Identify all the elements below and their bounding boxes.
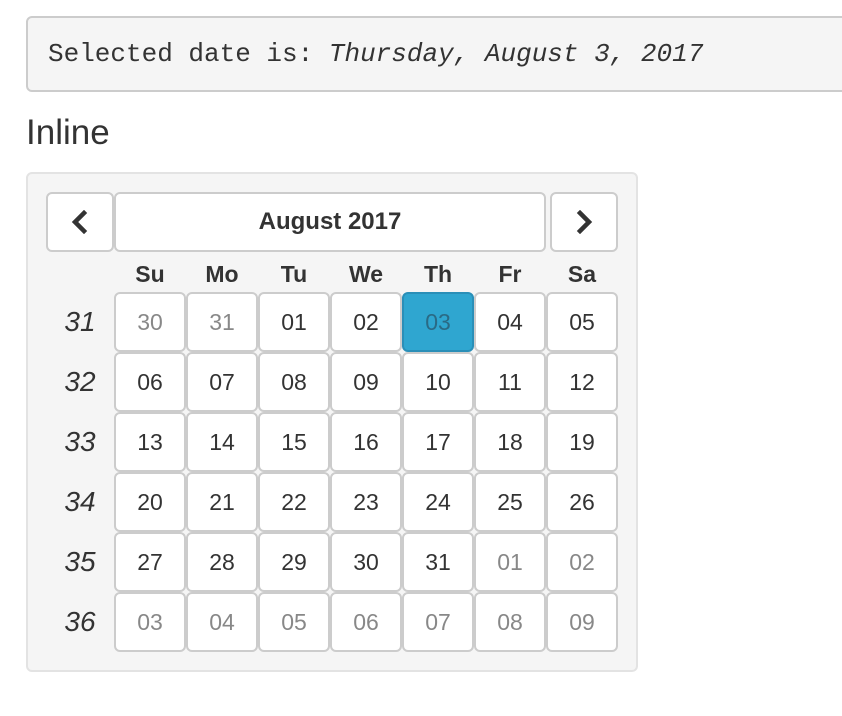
day-cell[interactable]: 12 <box>546 352 618 412</box>
day-cell[interactable]: 13 <box>114 412 186 472</box>
day-cell[interactable]: 11 <box>474 352 546 412</box>
day-cell[interactable]: 14 <box>186 412 258 472</box>
day-cell[interactable]: 07 <box>186 352 258 412</box>
day-cell[interactable]: 26 <box>546 472 618 532</box>
day-cell[interactable]: 18 <box>474 412 546 472</box>
day-cell[interactable]: 06 <box>114 352 186 412</box>
day-cell[interactable]: 04 <box>186 592 258 652</box>
week-number: 34 <box>64 486 96 517</box>
day-cell[interactable]: 30 <box>114 292 186 352</box>
day-cell[interactable]: 09 <box>330 352 402 412</box>
day-cell[interactable]: 16 <box>330 412 402 472</box>
day-cell[interactable]: 25 <box>474 472 546 532</box>
week-number: 33 <box>64 426 96 457</box>
day-cell[interactable]: 15 <box>258 412 330 472</box>
day-cell[interactable]: 05 <box>546 292 618 352</box>
day-cell[interactable]: 19 <box>546 412 618 472</box>
day-cell[interactable]: 24 <box>402 472 474 532</box>
day-cell[interactable]: 23 <box>330 472 402 532</box>
weekday-header: We <box>348 261 384 287</box>
day-cell[interactable]: 01 <box>474 532 546 592</box>
day-cell[interactable]: 09 <box>546 592 618 652</box>
chevron-left-icon <box>70 210 90 234</box>
weekday-header: Tu <box>280 261 308 287</box>
day-cell[interactable]: 02 <box>546 532 618 592</box>
day-cell[interactable]: 30 <box>330 532 402 592</box>
day-cell[interactable]: 22 <box>258 472 330 532</box>
day-cell[interactable]: 02 <box>330 292 402 352</box>
week-number: 36 <box>64 606 96 637</box>
day-cell[interactable]: 31 <box>186 292 258 352</box>
section-heading: Inline <box>26 113 110 152</box>
day-cell[interactable]: 01 <box>258 292 330 352</box>
weekday-header: Su <box>135 261 165 287</box>
day-cell[interactable]: 08 <box>474 592 546 652</box>
day-cell[interactable]: 10 <box>402 352 474 412</box>
weekday-header: Fr <box>498 261 522 287</box>
day-cell[interactable]: 21 <box>186 472 258 532</box>
chevron-right-icon <box>574 210 594 234</box>
prev-month-button[interactable] <box>46 192 114 252</box>
day-cell[interactable]: 05 <box>258 592 330 652</box>
day-cell[interactable]: 28 <box>186 532 258 592</box>
day-cell[interactable]: 31 <box>402 532 474 592</box>
day-cell[interactable]: 04 <box>474 292 546 352</box>
week-number: 32 <box>64 366 96 397</box>
next-month-button[interactable] <box>550 192 618 252</box>
day-cell[interactable]: 20 <box>114 472 186 532</box>
weekday-header: Mo <box>205 261 239 287</box>
day-cell[interactable]: 03 <box>114 592 186 652</box>
day-cell[interactable]: 29 <box>258 532 330 592</box>
selected-date-prefix: Selected date is: <box>48 39 314 69</box>
week-number: 31 <box>64 306 96 337</box>
day-cell[interactable]: 27 <box>114 532 186 592</box>
day-cell[interactable]: 17 <box>402 412 474 472</box>
day-cell-selected[interactable]: 03 <box>402 292 474 352</box>
selected-date-value: Thursday, August 3, 2017 <box>328 39 704 69</box>
weekday-header: Sa <box>567 261 597 287</box>
month-title-button[interactable]: August 2017 <box>114 192 546 252</box>
day-cell[interactable]: 08 <box>258 352 330 412</box>
weekday-header: Th <box>423 261 453 287</box>
week-number: 35 <box>64 546 96 577</box>
day-cell[interactable]: 06 <box>330 592 402 652</box>
selected-date-display: Selected date is: Thursday, August 3, 20… <box>26 16 842 92</box>
day-cell[interactable]: 07 <box>402 592 474 652</box>
